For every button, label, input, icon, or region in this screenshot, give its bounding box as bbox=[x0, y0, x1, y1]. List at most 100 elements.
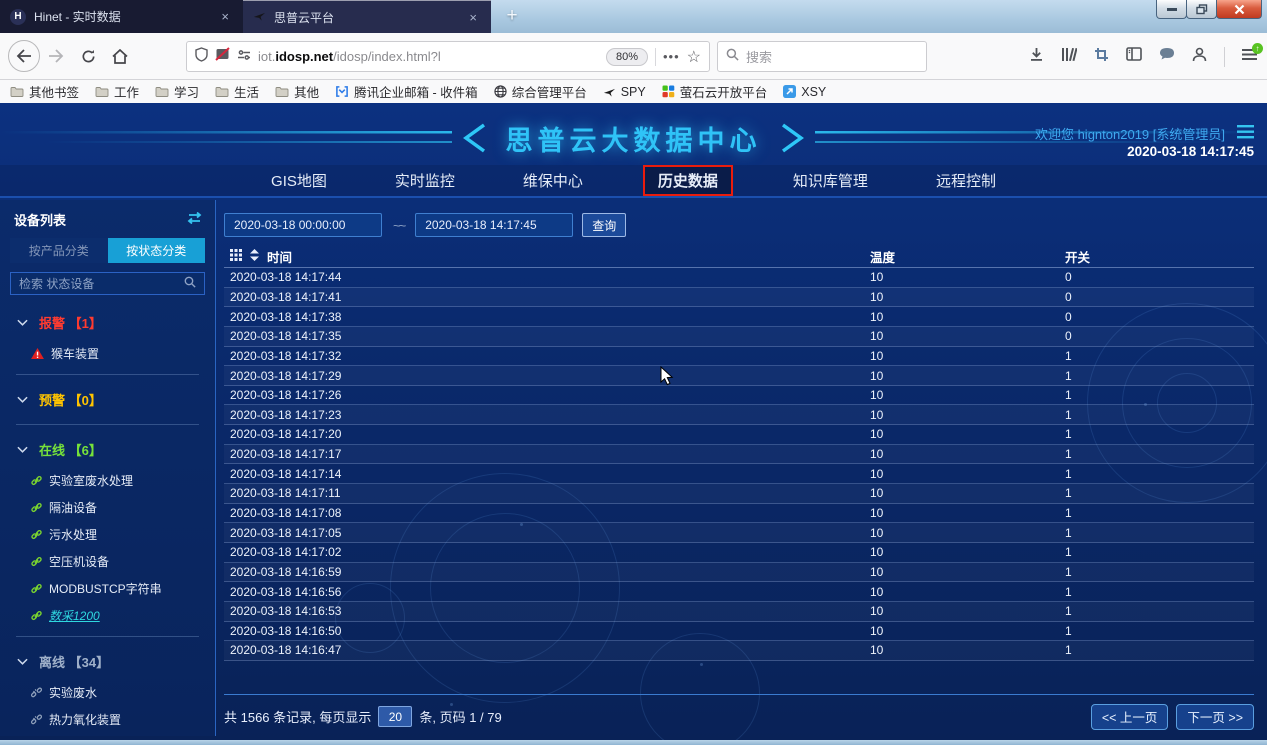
device-item[interactable]: 污水处理 bbox=[0, 521, 215, 548]
prev-page-button[interactable]: << 上一页 bbox=[1091, 704, 1169, 730]
library-icon[interactable] bbox=[1061, 47, 1077, 67]
forward-button[interactable] bbox=[40, 49, 72, 63]
downloads-icon[interactable] bbox=[1029, 47, 1044, 67]
bookmark-item[interactable]: 学习 bbox=[155, 82, 199, 101]
url-bar[interactable]: iot.idosp.net/idosp/index.html?l 80% •••… bbox=[186, 41, 710, 72]
bookmark-item[interactable]: SPY bbox=[603, 85, 646, 99]
table-row[interactable]: 2020-03-18 14:17:26101 bbox=[224, 386, 1254, 406]
table-row[interactable]: 2020-03-18 14:16:53101 bbox=[224, 602, 1254, 622]
device-group-header[interactable]: 离线 【34】 bbox=[0, 644, 215, 679]
table-row[interactable]: 2020-03-18 14:17:41100 bbox=[224, 288, 1254, 308]
back-button[interactable] bbox=[8, 40, 40, 72]
nav-tab-6[interactable]: 远程控制 bbox=[928, 166, 1004, 195]
table-row[interactable]: 2020-03-18 14:17:23101 bbox=[224, 405, 1254, 425]
bookmark-item[interactable]: 生活 bbox=[215, 82, 259, 101]
zoom-level-badge[interactable]: 80% bbox=[606, 48, 648, 66]
end-datetime-input[interactable]: 2020-03-18 14:17:45 bbox=[415, 213, 573, 237]
shield-icon[interactable] bbox=[195, 47, 208, 67]
nav-tab-3[interactable]: 维保中心 bbox=[515, 166, 591, 195]
table-row[interactable]: 2020-03-18 14:17:11101 bbox=[224, 484, 1254, 504]
device-item[interactable]: 猴车装置 bbox=[0, 340, 215, 367]
table-row[interactable]: 2020-03-18 14:16:50101 bbox=[224, 622, 1254, 642]
columns-grid-icon[interactable] bbox=[230, 249, 242, 264]
table-row[interactable]: 2020-03-18 14:17:38100 bbox=[224, 307, 1254, 327]
table-header: 时间 温度 开关 bbox=[224, 246, 1254, 268]
device-item[interactable]: 实验废水 bbox=[0, 679, 215, 706]
reload-icon[interactable] bbox=[72, 49, 104, 64]
device-item[interactable]: 实验室废水处理 bbox=[0, 467, 215, 494]
nav-tab-1[interactable]: GIS地图 bbox=[263, 166, 335, 195]
table-row[interactable]: 2020-03-18 14:17:08101 bbox=[224, 504, 1254, 524]
tab-by-status[interactable]: 按状态分类 bbox=[108, 238, 206, 263]
bookmark-item[interactable]: 工作 bbox=[95, 82, 139, 101]
close-tab-icon[interactable]: × bbox=[217, 8, 233, 25]
column-header-switch[interactable]: 开关 bbox=[1065, 247, 1254, 266]
close-tab-icon[interactable]: × bbox=[465, 9, 481, 26]
close-button[interactable] bbox=[1216, 0, 1262, 19]
cell-switch: 1 bbox=[1065, 349, 1254, 363]
table-row[interactable]: 2020-03-18 14:16:56101 bbox=[224, 582, 1254, 602]
device-item[interactable]: 热力氧化装置 bbox=[0, 706, 215, 733]
bookmark-item[interactable]: 其他书签 bbox=[10, 82, 79, 101]
table-row[interactable]: 2020-03-18 14:17:35100 bbox=[224, 327, 1254, 347]
permissions-icon[interactable] bbox=[237, 48, 251, 66]
bookmark-item[interactable]: XSY bbox=[783, 85, 826, 99]
bookmark-label: 萤石云开放平台 bbox=[680, 82, 768, 101]
table-row[interactable]: 2020-03-18 14:17:14101 bbox=[224, 464, 1254, 484]
search-bar[interactable]: 搜索 bbox=[717, 41, 927, 72]
sort-icon[interactable] bbox=[250, 249, 259, 264]
column-header-time[interactable]: 时间 bbox=[267, 247, 292, 266]
table-row[interactable]: 2020-03-18 14:17:20101 bbox=[224, 425, 1254, 445]
device-search-input[interactable]: 检索 状态设备 bbox=[10, 272, 205, 295]
home-icon[interactable] bbox=[104, 49, 136, 64]
table-row[interactable]: 2020-03-18 14:16:47101 bbox=[224, 641, 1254, 661]
query-button[interactable]: 查询 bbox=[582, 213, 626, 237]
bookmark-item[interactable]: 萤石云开放平台 bbox=[662, 82, 768, 101]
bookmark-item[interactable]: 其他 bbox=[275, 82, 319, 101]
bookmark-label: 综合管理平台 bbox=[512, 82, 587, 101]
restore-button[interactable] bbox=[1186, 0, 1217, 19]
list-menu-icon[interactable] bbox=[1237, 125, 1254, 144]
page-actions-icon[interactable]: ••• bbox=[663, 49, 680, 64]
screenshot-icon[interactable] bbox=[1094, 47, 1109, 67]
nav-tab-2[interactable]: 实时监控 bbox=[387, 166, 463, 195]
device-item[interactable]: 数采1200 bbox=[0, 602, 215, 629]
table-row[interactable]: 2020-03-18 14:17:05101 bbox=[224, 523, 1254, 543]
account-icon[interactable] bbox=[1192, 47, 1207, 67]
device-item[interactable]: 隔油设备 bbox=[0, 494, 215, 521]
url-text[interactable]: iot.idosp.net/idosp/index.html?l bbox=[258, 49, 441, 64]
next-page-button[interactable]: 下一页 >> bbox=[1176, 704, 1254, 730]
column-header-temperature[interactable]: 温度 bbox=[870, 247, 1065, 266]
search-icon[interactable] bbox=[184, 275, 196, 293]
device-item[interactable]: MODBUSTCP字符串 bbox=[0, 575, 215, 602]
device-group-header[interactable]: 预警 【0】 bbox=[0, 382, 215, 417]
new-tab-button[interactable]: + bbox=[499, 3, 525, 29]
device-group-header[interactable]: 在线 【6】 bbox=[0, 432, 215, 467]
blocked-content-icon[interactable] bbox=[215, 47, 230, 66]
swap-icon[interactable] bbox=[186, 211, 203, 229]
table-row[interactable]: 2020-03-18 14:17:02101 bbox=[224, 543, 1254, 563]
device-item[interactable]: 空压机设备 bbox=[0, 548, 215, 575]
table-row[interactable]: 2020-03-18 14:17:32101 bbox=[224, 347, 1254, 367]
minimize-button[interactable] bbox=[1156, 0, 1187, 19]
start-datetime-input[interactable]: 2020-03-18 00:00:00 bbox=[224, 213, 382, 237]
table-row[interactable]: 2020-03-18 14:17:29101 bbox=[224, 366, 1254, 386]
browser-tab-sipuyun[interactable]: 思普云平台 × bbox=[243, 0, 491, 33]
page-size-input[interactable]: 20 bbox=[378, 706, 412, 727]
table-row[interactable]: 2020-03-18 14:16:59101 bbox=[224, 563, 1254, 583]
chat-bubble-icon[interactable] bbox=[1159, 47, 1175, 66]
menu-icon[interactable]: ↑ bbox=[1242, 48, 1257, 66]
bookmark-star-icon[interactable]: ☆ bbox=[687, 47, 701, 67]
nav-tab-5[interactable]: 知识库管理 bbox=[785, 166, 876, 195]
sidebars-icon[interactable] bbox=[1126, 47, 1142, 66]
tab-by-product[interactable]: 按产品分类 bbox=[10, 238, 108, 263]
bookmark-item[interactable]: 综合管理平台 bbox=[494, 82, 587, 101]
device-group-header[interactable]: 报警 【1】 bbox=[0, 305, 215, 340]
folder-icon bbox=[275, 86, 289, 98]
device-item[interactable]: 测试1200 bbox=[0, 733, 215, 736]
browser-tab-hinet[interactable]: H Hinet - 实时数据 × bbox=[0, 0, 243, 33]
table-row[interactable]: 2020-03-18 14:17:17101 bbox=[224, 445, 1254, 465]
bookmark-item[interactable]: 腾讯企业邮箱 - 收件箱 bbox=[335, 82, 478, 101]
table-row[interactable]: 2020-03-18 14:17:44100 bbox=[224, 268, 1254, 288]
nav-tab-4[interactable]: 历史数据 bbox=[643, 165, 733, 196]
